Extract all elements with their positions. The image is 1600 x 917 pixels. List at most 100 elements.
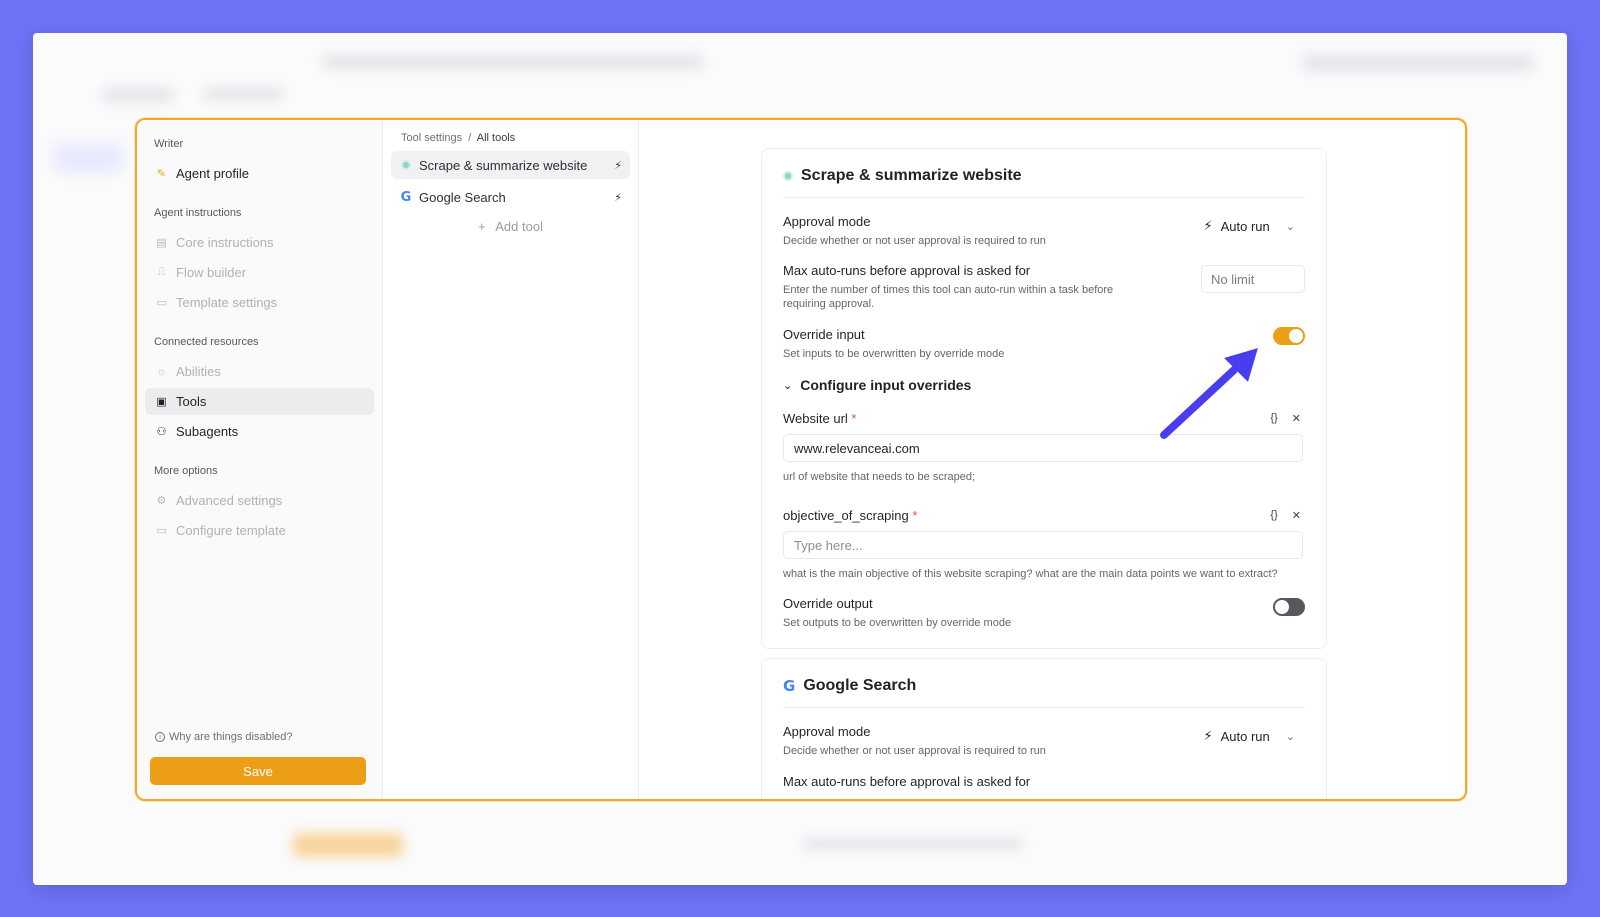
tool-item-label: Google Search: [419, 189, 506, 205]
required-asterisk: *: [912, 508, 918, 523]
tool-settings-content: Scrape & summarize website Approval mode…: [639, 120, 1465, 799]
google-icon: G: [783, 677, 796, 695]
required-asterisk: *: [851, 411, 857, 426]
tool-item-google-search[interactable]: G Google Search ⚡︎: [391, 183, 630, 211]
group-label-connected-resources: Connected resources: [154, 336, 259, 348]
breadcrumb-separator: /: [468, 132, 472, 144]
tools-icon: ▣: [156, 396, 167, 408]
add-tool-button[interactable]: + Add tool: [391, 219, 630, 234]
max-autoruns-input[interactable]: No limit: [1201, 265, 1305, 293]
card-title-text: Google Search: [803, 677, 917, 694]
scrape-tool-icon: [399, 158, 413, 172]
max-autoruns-label: Max auto-runs before approval is asked f…: [783, 263, 1031, 278]
card-title: G Google Search: [783, 677, 1305, 708]
approval-mode-label: Approval mode: [783, 724, 871, 739]
chevron-down-icon: ⌄: [1285, 730, 1295, 743]
sidebar-item-template-settings[interactable]: ▭ Template settings: [145, 289, 374, 316]
approval-mode-value: Auto run: [1220, 728, 1270, 744]
chevron-down-icon: ⌄: [1285, 220, 1295, 233]
sidebar-item-label: Tools: [176, 394, 207, 409]
override-output-desc: Set outputs to be overwritten by overrid…: [783, 617, 1012, 629]
hierarchy-icon: ⚇: [156, 426, 167, 438]
bolt-icon: ⚡︎: [1203, 218, 1213, 233]
document-icon: ▤: [156, 237, 167, 249]
tool-item-label: Scrape & summarize website: [419, 157, 588, 173]
sidebar-item-label: Template settings: [176, 295, 278, 310]
why-disabled-text: Why are things disabled?: [169, 731, 293, 743]
bolt-icon: ⚡︎: [614, 191, 622, 204]
sidebar-item-configure-template[interactable]: ▭ Configure template: [145, 517, 374, 544]
sidebar-item-subagents[interactable]: ⚇ Subagents: [145, 418, 374, 445]
chevron-down-icon: ⌄: [783, 379, 793, 392]
sidebar-item-label: Flow builder: [176, 265, 247, 280]
approval-mode-desc: Decide whether or not user approval is r…: [783, 745, 1046, 757]
google-icon: G: [400, 189, 412, 205]
sun-icon: ☼: [156, 365, 167, 378]
scrape-tool-icon: [783, 171, 793, 181]
max-autoruns-row: Max auto-runs before approval is asked f…: [783, 263, 1305, 311]
approval-mode-row: Approval mode Decide whether or not user…: [783, 724, 1305, 758]
close-icon[interactable]: ✕: [1292, 412, 1301, 425]
save-button[interactable]: Save: [150, 757, 366, 785]
group-label-agent-instructions: Agent instructions: [154, 207, 242, 219]
override-output-toggle[interactable]: [1273, 598, 1305, 616]
sidebar-item-core-instructions[interactable]: ▤ Core instructions: [145, 229, 374, 256]
sidebar-item-tools[interactable]: ▣ Tools: [145, 388, 374, 415]
bolt-icon: ⚡︎: [614, 159, 622, 172]
plus-icon: +: [478, 219, 486, 234]
breadcrumb: Tool settings / All tools: [401, 132, 630, 144]
sidebar-item-agent-profile[interactable]: ✎ Agent profile: [145, 160, 374, 187]
card-title: Scrape & summarize website: [783, 167, 1305, 198]
website-url-label: Website url: [783, 411, 848, 426]
template-icon: ▭: [156, 525, 167, 537]
approval-mode-value: Auto run: [1220, 218, 1270, 234]
objective-label: objective_of_scraping: [783, 508, 909, 523]
gear-icon: ⚙: [156, 495, 167, 507]
override-input-label: Override input: [783, 327, 865, 342]
objective-field: objective_of_scraping * {} ✕ Type here..…: [783, 508, 1305, 581]
card-title-text: Scrape & summarize website: [801, 167, 1022, 184]
override-input-desc: Set inputs to be overwritten by override…: [783, 348, 1005, 360]
sidebar-item-label: Core instructions: [176, 235, 274, 250]
info-icon: i: [155, 732, 165, 742]
bolt-icon: ⚡︎: [1203, 728, 1213, 743]
close-icon[interactable]: ✕: [1292, 509, 1301, 522]
sidebar-item-flow-builder[interactable]: ⎍ Flow builder: [145, 259, 374, 286]
variable-braces-icon[interactable]: {}: [1270, 509, 1277, 522]
annotation-arrow-icon: [1160, 348, 1258, 439]
override-input-toggle[interactable]: [1273, 327, 1305, 345]
objective-input[interactable]: Type here...: [783, 531, 1303, 559]
add-tool-label: Add tool: [495, 219, 543, 234]
override-output-label: Override output: [783, 596, 873, 611]
pencil-icon: ✎: [156, 168, 167, 180]
agent-settings-panel: Writer ✎ Agent profile Agent instruction…: [135, 118, 1467, 801]
toggle-knob: [1289, 329, 1303, 343]
sidebar-item-advanced-settings[interactable]: ⚙ Advanced settings: [145, 487, 374, 514]
max-autoruns-label: Max auto-runs before approval is asked f…: [783, 774, 1031, 789]
website-url-desc: url of website that needs to be scraped;: [783, 471, 976, 483]
toggle-knob: [1275, 600, 1289, 614]
override-output-row: Override output Set outputs to be overwr…: [783, 596, 1305, 648]
sidebar-item-abilities[interactable]: ☼ Abilities: [145, 358, 374, 385]
tool-list-column: Tool settings / All tools Scrape & summa…: [383, 120, 639, 799]
group-label-more-options: More options: [154, 465, 218, 477]
approval-mode-row: Approval mode Decide whether or not user…: [783, 214, 1305, 248]
flow-icon: ⎍: [157, 266, 166, 278]
settings-sidebar: Writer ✎ Agent profile Agent instruction…: [137, 120, 383, 799]
sidebar-item-label: Subagents: [176, 424, 239, 439]
approval-mode-desc: Decide whether or not user approval is r…: [783, 235, 1046, 247]
approval-mode-label: Approval mode: [783, 214, 871, 229]
approval-mode-select[interactable]: ⚡︎ Auto run ⌄: [1203, 218, 1295, 234]
sidebar-item-label: Advanced settings: [176, 493, 283, 508]
objective-desc: what is the main objective of this websi…: [783, 568, 1278, 580]
google-tool-card: G Google Search Approval mode Decide whe…: [761, 658, 1327, 799]
approval-mode-select[interactable]: ⚡︎ Auto run ⌄: [1203, 728, 1295, 744]
writer-label: Writer: [154, 138, 184, 150]
why-disabled-link[interactable]: i Why are things disabled?: [155, 731, 293, 743]
tool-item-scrape[interactable]: Scrape & summarize website ⚡︎: [391, 151, 630, 179]
breadcrumb-current[interactable]: All tools: [477, 132, 516, 144]
sidebar-item-label: Abilities: [176, 364, 221, 379]
breadcrumb-root[interactable]: Tool settings: [401, 132, 462, 144]
sidebar-item-label: Agent profile: [176, 166, 249, 181]
sidebar-item-label: Configure template: [176, 523, 286, 538]
